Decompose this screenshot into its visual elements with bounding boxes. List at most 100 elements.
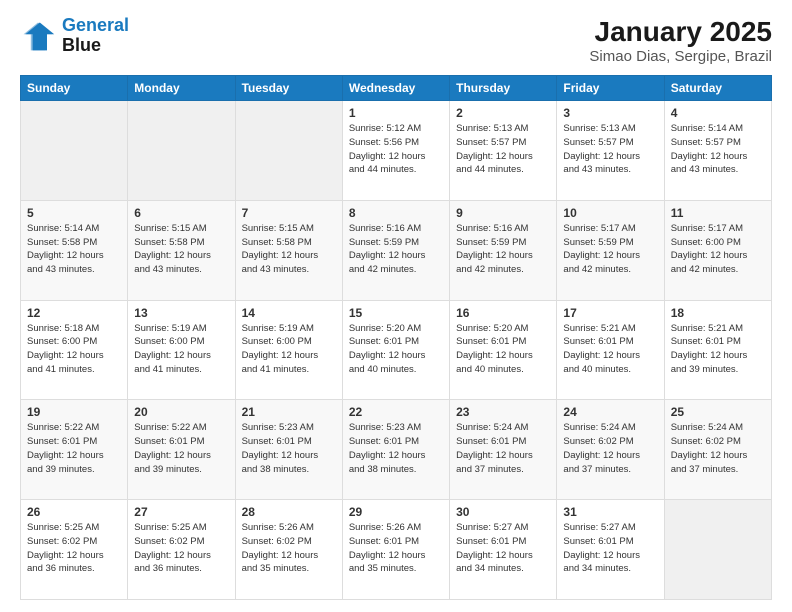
day-number: 6 [134, 206, 228, 220]
day-info: Sunrise: 5:14 AM Sunset: 5:58 PM Dayligh… [27, 222, 121, 277]
title-block: January 2025 Simao Dias, Sergipe, Brazil [589, 16, 772, 65]
day-info: Sunrise: 5:23 AM Sunset: 6:01 PM Dayligh… [242, 421, 336, 476]
day-info: Sunrise: 5:27 AM Sunset: 6:01 PM Dayligh… [456, 521, 550, 576]
table-row [235, 101, 342, 201]
table-row: 3 Sunrise: 5:13 AM Sunset: 5:57 PM Daylig… [557, 101, 664, 201]
table-row: 2Sunrise: 5:13 AM Sunset: 5:57 PM Daylig… [450, 101, 557, 201]
day-number: 27 [134, 505, 228, 519]
day-number: 12 [27, 306, 121, 320]
calendar-subtitle: Simao Dias, Sergipe, Brazil [589, 48, 772, 65]
table-row: 15 Sunrise: 5:20 AM Sunset: 6:01 PM Dayli… [342, 300, 449, 400]
page: General Blue January 2025 Simao Dias, Se… [0, 0, 792, 612]
table-row: 5 Sunrise: 5:14 AM Sunset: 5:58 PM Daylig… [21, 200, 128, 300]
day-info: Sunrise: 5:25 AM Sunset: 6:02 PM Dayligh… [134, 521, 228, 576]
day-info: Sunrise: 5:22 AM Sunset: 6:01 PM Dayligh… [134, 421, 228, 476]
day-number: 31 [563, 505, 657, 519]
day-info: Sunrise: 5:19 AM Sunset: 6:00 PM Dayligh… [242, 322, 336, 377]
day-info: Sunrise: 5:14 AM Sunset: 5:57 PM Dayligh… [671, 122, 765, 177]
calendar-week-row: 12Sunrise: 5:18 AM Sunset: 6:00 PM Dayli… [21, 300, 772, 400]
table-row: 19Sunrise: 5:22 AM Sunset: 6:01 PM Dayli… [21, 400, 128, 500]
day-info: Sunrise: 5:23 AM Sunset: 6:01 PM Dayligh… [349, 421, 443, 476]
table-row: 17 Sunrise: 5:21 AM Sunset: 6:01 PM Dayli… [557, 300, 664, 400]
table-row: 24Sunrise: 5:24 AM Sunset: 6:02 PM Dayli… [557, 400, 664, 500]
day-info: Sunrise: 5:27 AM Sunset: 6:01 PM Dayligh… [563, 521, 657, 576]
calendar-week-row: 26Sunrise: 5:25 AM Sunset: 6:02 PM Dayli… [21, 500, 772, 600]
day-info: Sunrise: 5:17 AM Sunset: 6:00 PM Dayligh… [671, 222, 765, 277]
day-info: Sunrise: 5:15 AM Sunset: 5:58 PM Dayligh… [134, 222, 228, 277]
day-number: 15 [349, 306, 443, 320]
col-monday: Monday [128, 76, 235, 101]
table-row: 28Sunrise: 5:26 AM Sunset: 6:02 PM Dayli… [235, 500, 342, 600]
table-row [664, 500, 771, 600]
day-info: Sunrise: 5:16 AM Sunset: 5:59 PM Dayligh… [349, 222, 443, 277]
day-info: Sunrise: 5:12 AM Sunset: 5:56 PM Dayligh… [349, 122, 443, 177]
col-thursday: Thursday [450, 76, 557, 101]
day-number: 3 [563, 106, 657, 120]
day-number: 7 [242, 206, 336, 220]
col-wednesday: Wednesday [342, 76, 449, 101]
day-info: Sunrise: 5:20 AM Sunset: 6:01 PM Dayligh… [349, 322, 443, 377]
table-row: 11 Sunrise: 5:17 AM Sunset: 6:00 PM Dayli… [664, 200, 771, 300]
calendar-header-row: Sunday Monday Tuesday Wednesday Thursday… [21, 76, 772, 101]
calendar-title: January 2025 [589, 16, 772, 48]
day-info: Sunrise: 5:21 AM Sunset: 6:01 PM Dayligh… [563, 322, 657, 377]
col-sunday: Sunday [21, 76, 128, 101]
day-info: Sunrise: 5:22 AM Sunset: 6:01 PM Dayligh… [27, 421, 121, 476]
day-number: 8 [349, 206, 443, 220]
table-row: 6 Sunrise: 5:15 AM Sunset: 5:58 PM Daylig… [128, 200, 235, 300]
table-row: 22 Sunrise: 5:23 AM Sunset: 6:01 PM Dayli… [342, 400, 449, 500]
col-tuesday: Tuesday [235, 76, 342, 101]
table-row: 8 Sunrise: 5:16 AM Sunset: 5:59 PM Daylig… [342, 200, 449, 300]
day-number: 10 [563, 206, 657, 220]
day-info: Sunrise: 5:24 AM Sunset: 6:01 PM Dayligh… [456, 421, 550, 476]
day-info: Sunrise: 5:17 AM Sunset: 5:59 PM Dayligh… [563, 222, 657, 277]
logo-text: General Blue [62, 16, 129, 56]
day-info: Sunrise: 5:26 AM Sunset: 6:01 PM Dayligh… [349, 521, 443, 576]
calendar-week-row: 19Sunrise: 5:22 AM Sunset: 6:01 PM Dayli… [21, 400, 772, 500]
day-info: Sunrise: 5:24 AM Sunset: 6:02 PM Dayligh… [671, 421, 765, 476]
logo-line2: Blue [62, 36, 129, 56]
table-row: 29 Sunrise: 5:26 AM Sunset: 6:01 PM Dayli… [342, 500, 449, 600]
day-info: Sunrise: 5:16 AM Sunset: 5:59 PM Dayligh… [456, 222, 550, 277]
day-number: 29 [349, 505, 443, 519]
table-row: 16Sunrise: 5:20 AM Sunset: 6:01 PM Dayli… [450, 300, 557, 400]
table-row: 7Sunrise: 5:15 AM Sunset: 5:58 PM Daylig… [235, 200, 342, 300]
table-row: 13 Sunrise: 5:19 AM Sunset: 6:00 PM Dayli… [128, 300, 235, 400]
table-row: 9 Sunrise: 5:16 AM Sunset: 5:59 PM Daylig… [450, 200, 557, 300]
table-row: 4 Sunrise: 5:14 AM Sunset: 5:57 PM Daylig… [664, 101, 771, 201]
day-info: Sunrise: 5:25 AM Sunset: 6:02 PM Dayligh… [27, 521, 121, 576]
day-number: 17 [563, 306, 657, 320]
table-row [21, 101, 128, 201]
col-saturday: Saturday [664, 76, 771, 101]
day-number: 5 [27, 206, 121, 220]
day-number: 28 [242, 505, 336, 519]
day-number: 4 [671, 106, 765, 120]
day-info: Sunrise: 5:13 AM Sunset: 5:57 PM Dayligh… [563, 122, 657, 177]
day-info: Sunrise: 5:19 AM Sunset: 6:00 PM Dayligh… [134, 322, 228, 377]
calendar-table: Sunday Monday Tuesday Wednesday Thursday… [20, 75, 772, 600]
day-info: Sunrise: 5:24 AM Sunset: 6:02 PM Dayligh… [563, 421, 657, 476]
day-number: 2 [456, 106, 550, 120]
table-row: 21Sunrise: 5:23 AM Sunset: 6:01 PM Dayli… [235, 400, 342, 500]
day-number: 22 [349, 405, 443, 419]
table-row: 26Sunrise: 5:25 AM Sunset: 6:02 PM Dayli… [21, 500, 128, 600]
day-number: 9 [456, 206, 550, 220]
day-number: 25 [671, 405, 765, 419]
day-number: 16 [456, 306, 550, 320]
day-info: Sunrise: 5:21 AM Sunset: 6:01 PM Dayligh… [671, 322, 765, 377]
day-number: 13 [134, 306, 228, 320]
day-number: 20 [134, 405, 228, 419]
day-number: 14 [242, 306, 336, 320]
table-row: 14 Sunrise: 5:19 AM Sunset: 6:00 PM Dayli… [235, 300, 342, 400]
table-row: 27 Sunrise: 5:25 AM Sunset: 6:02 PM Dayli… [128, 500, 235, 600]
day-number: 18 [671, 306, 765, 320]
table-row: 31 Sunrise: 5:27 AM Sunset: 6:01 PM Dayli… [557, 500, 664, 600]
table-row: 23Sunrise: 5:24 AM Sunset: 6:01 PM Dayli… [450, 400, 557, 500]
table-row: 20 Sunrise: 5:22 AM Sunset: 6:01 PM Dayli… [128, 400, 235, 500]
table-row: 1Sunrise: 5:12 AM Sunset: 5:56 PM Daylig… [342, 101, 449, 201]
table-row: 30 Sunrise: 5:27 AM Sunset: 6:01 PM Dayli… [450, 500, 557, 600]
calendar-week-row: 1Sunrise: 5:12 AM Sunset: 5:56 PM Daylig… [21, 101, 772, 201]
day-number: 11 [671, 206, 765, 220]
table-row [128, 101, 235, 201]
day-number: 30 [456, 505, 550, 519]
